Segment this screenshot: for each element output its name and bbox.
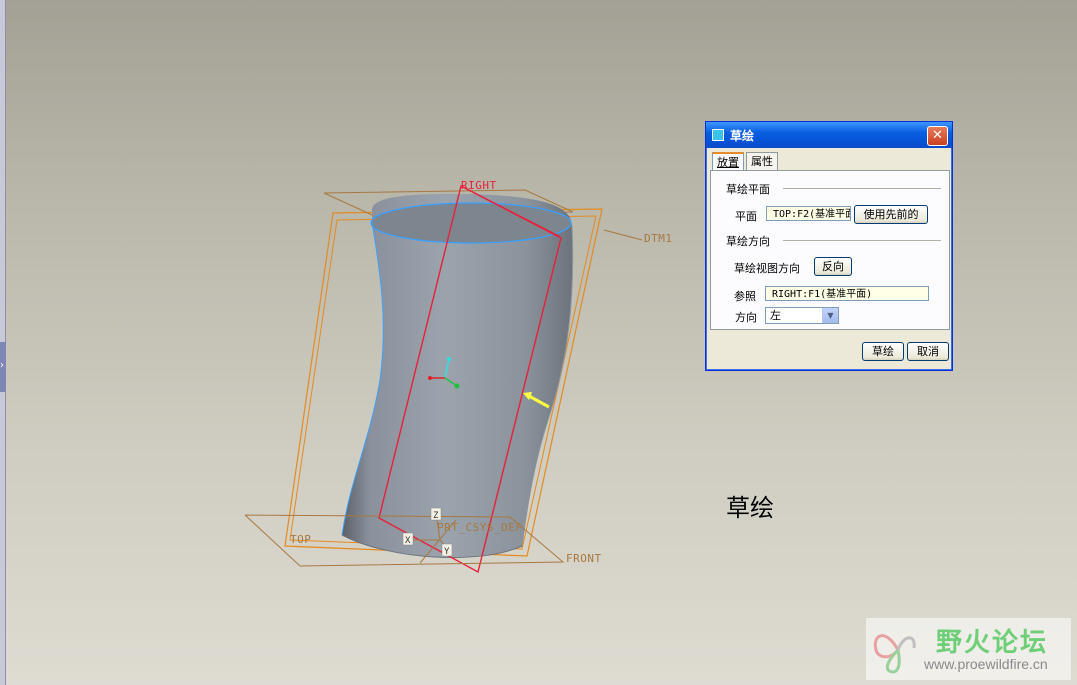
flip-button[interactable]: 反向 <box>814 257 852 276</box>
dtm1-datum-label: DTM1 <box>644 232 673 245</box>
group-divider <box>783 188 941 189</box>
close-icon: ✕ <box>932 128 943 143</box>
plane-field[interactable]: TOP:F2(基准平面) <box>766 206 851 221</box>
close-button[interactable]: ✕ <box>927 126 948 146</box>
use-previous-button[interactable]: 使用先前的 <box>854 205 928 224</box>
tab-placement[interactable]: 放置 <box>712 152 744 171</box>
dialog-tabs: 放置 属性 <box>712 152 780 171</box>
reference-field[interactable]: RIGHT:F1(基准平面) <box>765 286 929 301</box>
y-axis-label: Y <box>444 547 450 557</box>
cancel-button[interactable]: 取消 <box>907 342 949 361</box>
dialog-titlebar[interactable]: 草绘 ✕ <box>706 122 952 148</box>
x-axis-label: X <box>405 536 411 546</box>
dialog-title: 草绘 <box>730 128 755 143</box>
sketch-dialog: 草绘 ✕ 放置 属性 草绘平面 平面 TOP:F2(基准平面) 使用先前的 草绘… <box>705 121 953 371</box>
reference-label: 参照 <box>734 290 756 303</box>
view-direction-label: 草绘视图方向 <box>734 262 800 275</box>
orientation-select[interactable]: 左 ▼ <box>765 307 839 324</box>
csys-label: PRT_CSYS_DEF <box>437 521 522 534</box>
top-datum-label: TOP <box>290 533 311 546</box>
butterfly-logo-icon <box>873 634 916 674</box>
tube-top-edge <box>370 202 572 244</box>
plane-label: 平面 <box>735 210 757 223</box>
watermark-title: 野火论坛 <box>936 628 1049 658</box>
forum-watermark: 野火论坛 www.proewildfire.cn <box>866 618 1071 680</box>
right-datum-label: RIGHT <box>461 179 497 192</box>
z-axis-label: Z <box>433 511 439 521</box>
placement-panel: 草绘平面 平面 TOP:F2(基准平面) 使用先前的 草绘方向 草绘视图方向 反… <box>710 170 950 330</box>
sketch-ok-button[interactable]: 草绘 <box>862 342 904 361</box>
chevron-down-icon: ▼ <box>822 308 838 323</box>
window-icon <box>712 129 724 141</box>
group-divider <box>783 240 941 241</box>
orientation-value: 左 <box>770 309 781 322</box>
tab-properties[interactable]: 属性 <box>746 152 778 170</box>
orientation-label: 方向 <box>735 311 757 324</box>
watermark-url: www.proewildfire.cn <box>924 656 1048 672</box>
front-datum-label: FRONT <box>566 552 602 565</box>
caption-text: 草绘 <box>726 494 774 522</box>
sketch-plane-group-title: 草绘平面 <box>726 183 770 196</box>
sketch-orientation-group-title: 草绘方向 <box>726 235 770 248</box>
